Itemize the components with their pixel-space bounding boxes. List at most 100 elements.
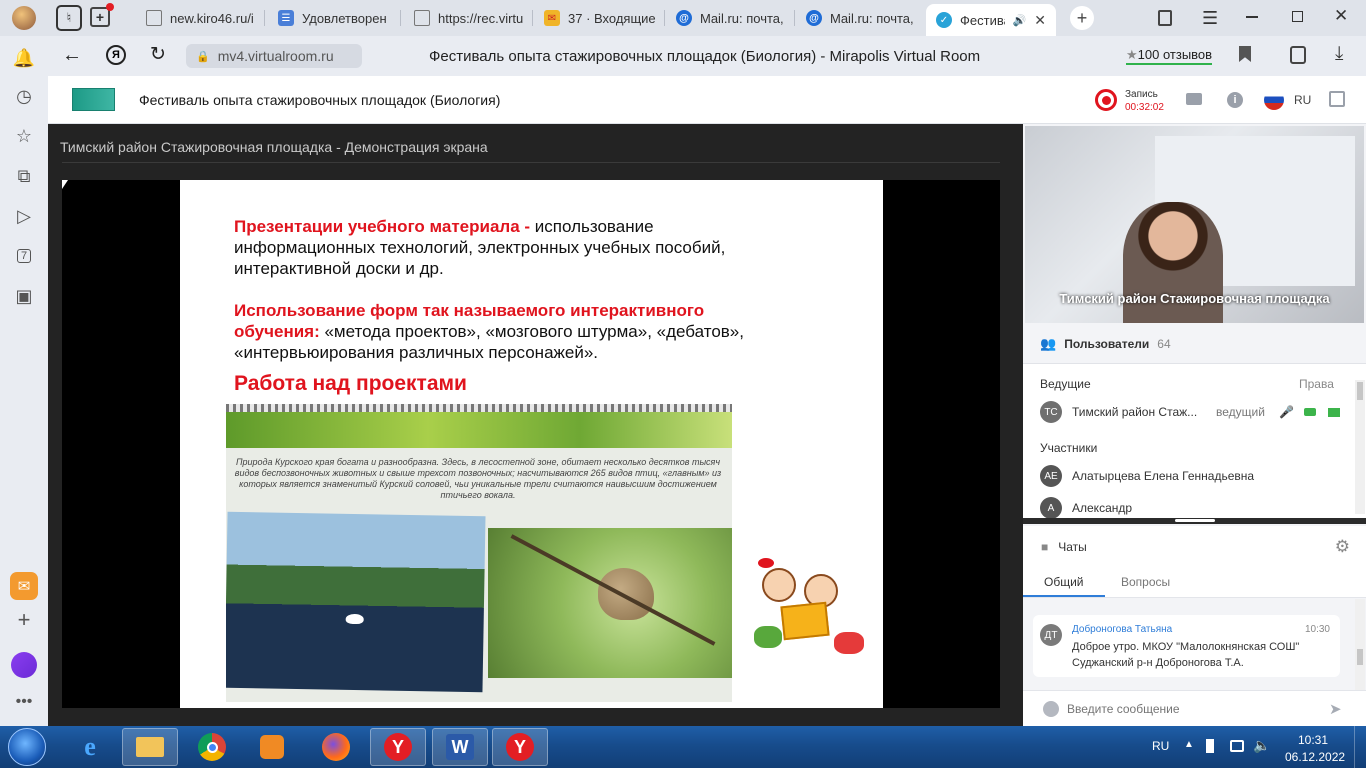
chat-input-row: ➤ xyxy=(1023,690,1366,726)
sound-tab-icon[interactable]: ♮ xyxy=(56,5,82,31)
clock-time[interactable]: 10:31 xyxy=(1298,733,1328,747)
page-title: Фестиваль опыта стажировочных площадок (… xyxy=(429,48,981,65)
record-icon[interactable] xyxy=(1095,89,1117,111)
record-label: Запись xyxy=(1125,89,1158,100)
yandex-browser-icon: Y xyxy=(384,733,412,761)
screen-share-stage: Тимский район Стажировочная площадка - Д… xyxy=(48,124,1023,726)
close-window-icon[interactable]: ✕ xyxy=(1334,6,1348,26)
menu-icon[interactable]: ☰ xyxy=(1202,8,1218,29)
volume-icon[interactable]: 🔈 xyxy=(1253,737,1270,754)
shared-screen[interactable]: Презентации учебного материала - использ… xyxy=(62,180,1000,708)
bookmark-icon[interactable] xyxy=(1239,46,1251,62)
close-tab-icon[interactable]: ✕ xyxy=(1034,12,1046,29)
collections-icon[interactable]: ⧉ xyxy=(12,164,36,188)
taskbar-chrome[interactable] xyxy=(184,728,240,766)
restore-icon[interactable] xyxy=(1292,11,1303,22)
tabs-manager-icon[interactable] xyxy=(1158,10,1172,26)
calendar-icon[interactable]: 7 xyxy=(12,244,36,268)
language-label[interactable]: RU xyxy=(1294,93,1311,107)
taskbar-lang[interactable]: RU xyxy=(1152,739,1169,753)
screen-icon[interactable] xyxy=(1327,407,1340,417)
tab-kiro46[interactable]: new.kiro46.ru/i xyxy=(136,4,262,32)
folder-icon[interactable] xyxy=(1186,93,1202,105)
lock-icon: 🔒 xyxy=(196,50,210,63)
tab-festival-active[interactable]: ✓ Фестива 🔊 ✕ xyxy=(926,4,1056,36)
avatar: АЕ xyxy=(1040,465,1062,487)
url-pill[interactable]: 🔒 mv4.virtualroom.ru xyxy=(186,44,362,68)
chat-message-input[interactable] xyxy=(1067,697,1317,721)
back-icon[interactable]: ← xyxy=(62,44,82,67)
taskbar-word[interactable]: W xyxy=(432,728,488,766)
add-icon[interactable]: + xyxy=(12,607,36,632)
speaker-icon[interactable]: 🔊 xyxy=(1013,14,1027,27)
tab-forms[interactable]: ☰ Удовлетворен xyxy=(268,4,398,32)
mail-envelope-icon: ✉ xyxy=(544,10,560,26)
forms-icon: ☰ xyxy=(278,10,294,26)
settings-gear-icon[interactable]: ⚙ xyxy=(1335,537,1350,557)
rights-label[interactable]: Права xyxy=(1299,377,1334,391)
exit-icon[interactable] xyxy=(1329,91,1345,107)
windows-taskbar: e Y W Y RU ▲ 🔈 10:31 06.12.2022 xyxy=(0,726,1366,768)
start-button[interactable] xyxy=(8,728,46,766)
participant-row[interactable]: АЕ Алатырцева Елена Геннадьевна xyxy=(1023,460,1353,492)
participants-label: Участники xyxy=(1040,441,1098,455)
flag-icon[interactable] xyxy=(1206,739,1218,753)
info-icon[interactable]: i xyxy=(1227,92,1243,108)
yandex-browser-icon: Y xyxy=(506,733,534,761)
clock-date[interactable]: 06.12.2022 xyxy=(1285,750,1345,764)
chat-scrollbar[interactable] xyxy=(1355,599,1365,690)
new-tab-group-icon[interactable]: + xyxy=(90,3,114,27)
tab-rec-virtu[interactable]: https://rec.virtu xyxy=(404,4,530,32)
microphone-icon[interactable]: 🎤 xyxy=(1279,405,1294,419)
star-icon[interactable]: ☆ xyxy=(12,124,36,148)
taskbar-ie[interactable]: e xyxy=(62,728,118,766)
bell-icon[interactable]: 🔔 xyxy=(12,46,36,70)
network-icon[interactable] xyxy=(1230,740,1244,752)
reload-icon[interactable]: ↻ xyxy=(150,43,166,66)
alice-icon[interactable] xyxy=(11,652,37,678)
users-scrollbar[interactable] xyxy=(1355,380,1365,514)
panel-splitter[interactable] xyxy=(1023,518,1366,524)
chats-header: ■ Чаты ⚙ xyxy=(1023,526,1366,568)
record-time: 00:32:02 xyxy=(1125,102,1164,113)
video-play-icon[interactable]: ▷ xyxy=(12,204,36,228)
taskbar-player[interactable] xyxy=(244,728,300,766)
taskbar-firefox[interactable] xyxy=(308,728,364,766)
host-row[interactable]: ТС Тимский район Стаж... ведущий 🎤 xyxy=(1023,396,1353,428)
history-icon[interactable]: ◷ xyxy=(12,84,36,108)
taskbar-explorer[interactable] xyxy=(122,728,178,766)
tab-mailru-2[interactable]: @ Mail.ru: почта, xyxy=(796,4,924,32)
users-icon: 👥 xyxy=(1040,335,1057,351)
tab-inbox[interactable]: ✉ 37 · Входящие xyxy=(534,4,662,32)
send-icon[interactable]: ➤ xyxy=(1329,700,1342,718)
more-icon[interactable]: ••• xyxy=(12,690,36,714)
chat-messages: ДТ Доброногова Татьяна 10:30 Доброе утро… xyxy=(1023,599,1366,690)
tray-arrow-icon[interactable]: ▲ xyxy=(1184,739,1194,750)
screenshot-icon[interactable]: ▣ xyxy=(12,284,36,308)
tab-questions[interactable]: Вопросы xyxy=(1121,575,1170,589)
reviews-badge[interactable]: ★100 отзывов xyxy=(1126,47,1213,65)
host-name: Тимский район Стаж... xyxy=(1072,405,1198,419)
camera-icon[interactable] xyxy=(1303,408,1316,416)
extensions-icon[interactable] xyxy=(1290,46,1306,64)
users-header: 👥 Пользователи 64 xyxy=(1023,324,1366,364)
taskbar-yandex-1[interactable]: Y xyxy=(370,728,426,766)
taskbar-yandex-2[interactable]: Y xyxy=(492,728,548,766)
russia-flag-icon[interactable] xyxy=(1264,90,1284,110)
emoji-icon[interactable] xyxy=(1043,701,1059,717)
tab-general[interactable]: Общий xyxy=(1044,575,1084,589)
browser-profile-avatar[interactable] xyxy=(12,6,36,30)
new-tab-button[interactable]: + xyxy=(1070,6,1094,30)
chats-title: Чаты xyxy=(1058,540,1087,554)
minimize-icon[interactable] xyxy=(1246,16,1258,18)
yandex-logo-icon[interactable]: Я xyxy=(106,45,126,65)
photo-caption-text: Природа Курского края богата и разнообра… xyxy=(234,457,722,500)
mail-app-icon[interactable]: ✉ xyxy=(10,572,38,600)
firefox-icon xyxy=(322,733,350,761)
webcam-video[interactable]: Тимский район Стажировочная площадка xyxy=(1025,126,1364,323)
chat-icon: ■ xyxy=(1041,540,1049,554)
tab-mailru-1[interactable]: @ Mail.ru: почта, xyxy=(666,4,794,32)
show-desktop-button[interactable] xyxy=(1354,726,1366,768)
tab-label: new.kiro46.ru/i xyxy=(170,10,254,26)
download-icon[interactable]: ⤓ xyxy=(1335,43,1343,65)
